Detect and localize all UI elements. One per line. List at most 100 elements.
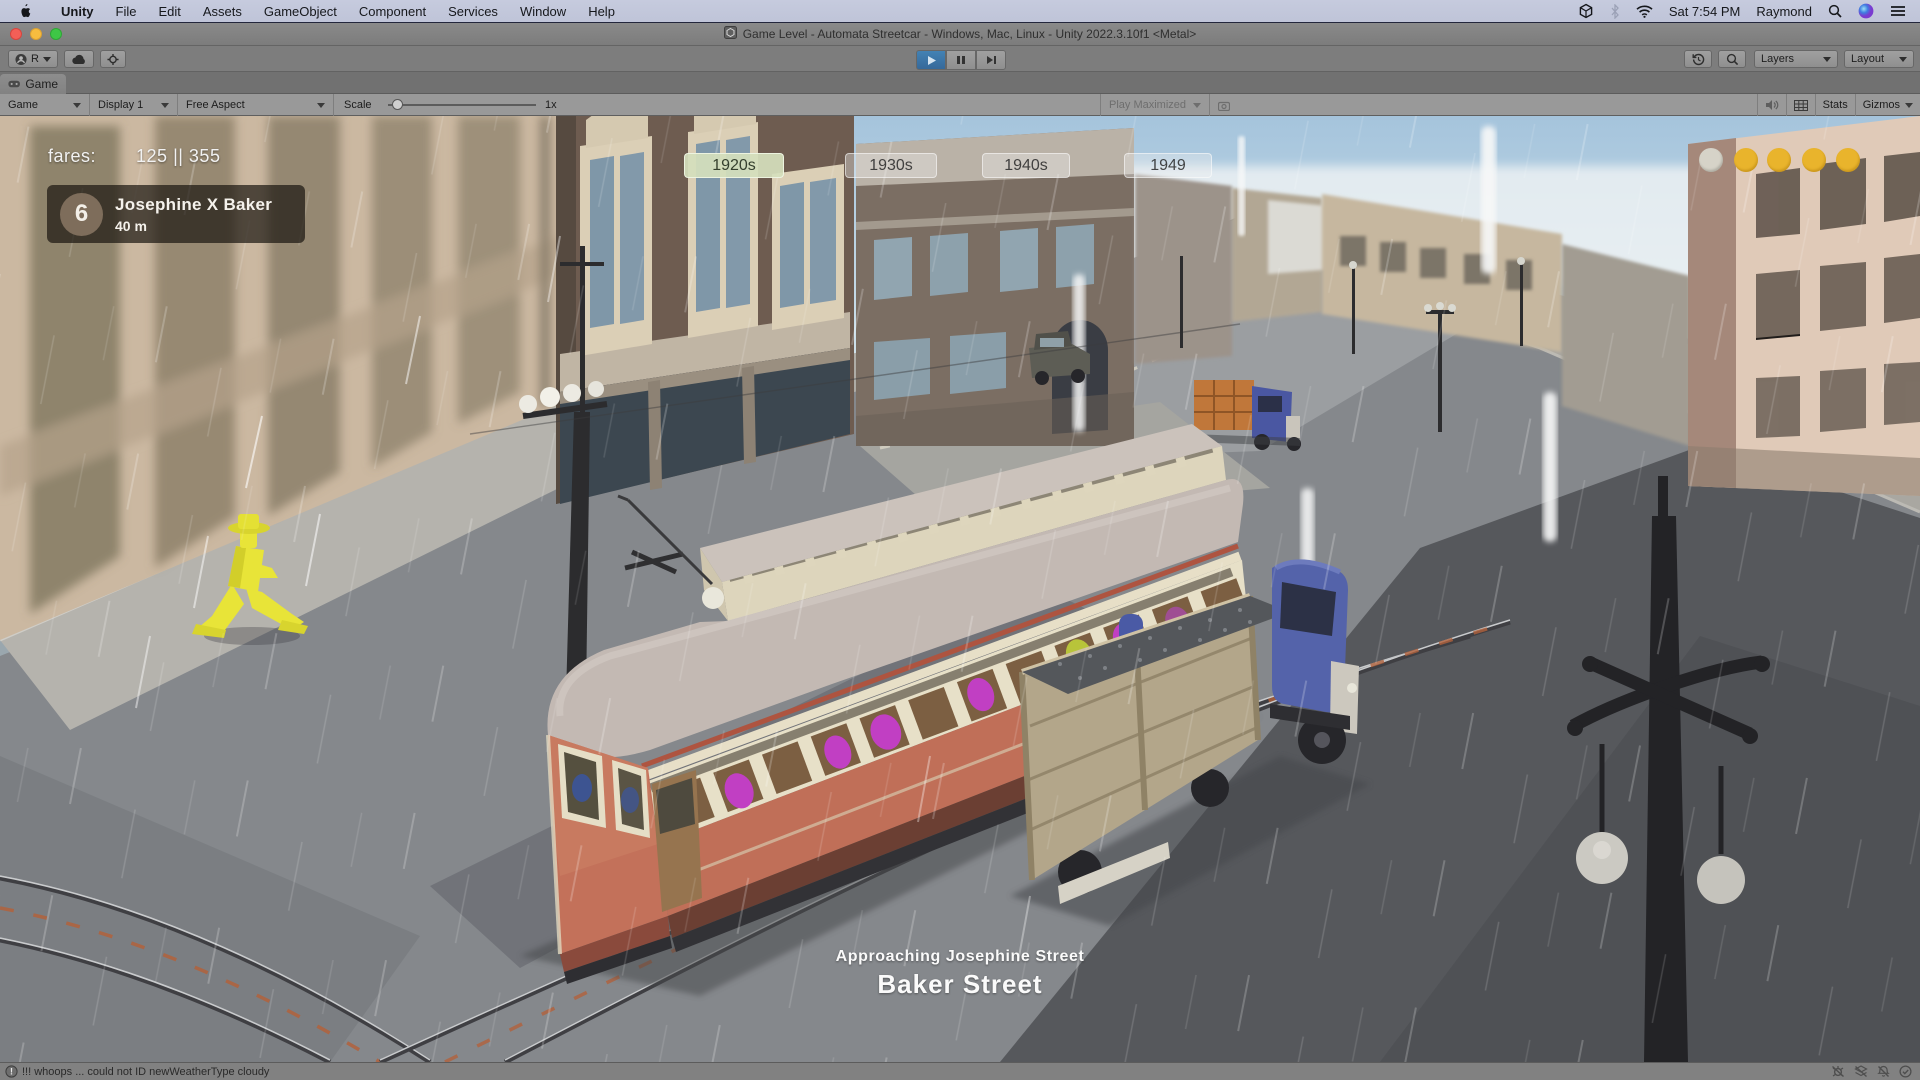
- control-center-icon[interactable]: [1890, 5, 1906, 17]
- layers-label: Layers: [1761, 53, 1794, 65]
- play-controls: [916, 50, 1006, 70]
- play-button[interactable]: [916, 50, 946, 70]
- menu-gameobject[interactable]: GameObject: [253, 0, 348, 22]
- play-icon: [926, 55, 937, 66]
- next-stop-panel: 6 Josephine X Baker 40 m: [47, 185, 305, 243]
- minimize-window-button[interactable]: [30, 28, 42, 40]
- stop-name: Josephine X Baker: [115, 195, 272, 215]
- view-mode-dropdown[interactable]: Game: [0, 94, 90, 116]
- screen: Unity File Edit Assets GameObject Compon…: [0, 0, 1920, 1080]
- scale-slider-knob[interactable]: [392, 99, 403, 110]
- account-label: R: [31, 53, 39, 65]
- debugger-disabled-icon[interactable]: [1831, 1065, 1845, 1078]
- game-view-toolbar: Game Display 1 Free Aspect Scale 1x Play…: [0, 94, 1920, 116]
- vsync-grid-button[interactable]: [1786, 94, 1815, 116]
- layers-muted-icon[interactable]: [1854, 1065, 1868, 1078]
- fares-counter: fares: 125 || 355: [48, 146, 220, 167]
- play-maximized-dropdown[interactable]: Play Maximized: [1100, 94, 1210, 116]
- svg-text:!: !: [10, 1067, 13, 1077]
- decade-tab-1940s[interactable]: 1940s: [982, 153, 1070, 178]
- gizmos-label: Gizmos: [1863, 99, 1900, 111]
- decade-tab-1949[interactable]: 1949: [1124, 153, 1212, 178]
- stop-number-badge: 6: [60, 193, 103, 236]
- coin-indicator-spent: [1699, 148, 1723, 172]
- current-street-text: Baker Street: [0, 969, 1920, 1000]
- street-announcement: Approaching Josephine Street Baker Stree…: [0, 948, 1920, 1000]
- mute-audio-button[interactable]: [1757, 94, 1786, 116]
- unity-hub-icon[interactable]: [1578, 3, 1594, 19]
- coin-indicator: [1836, 148, 1860, 172]
- close-window-button[interactable]: [10, 28, 22, 40]
- menu-window[interactable]: Window: [509, 0, 577, 22]
- menubar-clock[interactable]: Sat 7:54 PM: [1669, 4, 1741, 19]
- layers-dropdown[interactable]: Layers: [1754, 50, 1838, 68]
- layout-dropdown[interactable]: Layout: [1844, 50, 1914, 68]
- bluetooth-icon[interactable]: [1610, 4, 1620, 19]
- notifications-muted-icon[interactable]: [1877, 1065, 1890, 1078]
- spotlight-search-icon[interactable]: [1828, 4, 1842, 18]
- menu-component[interactable]: Component: [348, 0, 437, 22]
- grid-icon: [1794, 100, 1808, 111]
- menubar-user[interactable]: Raymond: [1756, 4, 1812, 19]
- aspect-dropdown[interactable]: Free Aspect: [178, 94, 334, 116]
- step-icon: [986, 55, 997, 65]
- menu-unity[interactable]: Unity: [50, 0, 105, 22]
- stats-button[interactable]: Stats: [1815, 94, 1855, 116]
- menu-assets[interactable]: Assets: [192, 0, 253, 22]
- window-title: Game Level - Automata Streetcar - Window…: [743, 27, 1197, 41]
- menu-services[interactable]: Services: [437, 0, 509, 22]
- progress-ok-icon[interactable]: [1899, 1065, 1912, 1078]
- decade-tab-1920s[interactable]: 1920s: [684, 153, 784, 178]
- tab-game[interactable]: Game: [0, 74, 66, 94]
- rain-overlay: [0, 116, 1920, 1062]
- history-clock-icon: [1692, 53, 1705, 66]
- display-dropdown[interactable]: Display 1: [90, 94, 178, 116]
- console-message[interactable]: !!! whoops ... could not ID newWeatherTy…: [22, 1066, 269, 1078]
- search-button[interactable]: [1718, 50, 1746, 68]
- speaker-icon: [1765, 99, 1779, 111]
- wifi-icon[interactable]: [1636, 5, 1653, 18]
- caret-down-icon: [1823, 57, 1831, 62]
- console-statusbar[interactable]: ! !!! whoops ... could not ID newWeather…: [0, 1062, 1920, 1080]
- decade-tab-1930s[interactable]: 1930s: [845, 153, 937, 178]
- layout-label: Layout: [1851, 53, 1884, 65]
- warning-icon: !: [5, 1065, 18, 1078]
- game-viewport[interactable]: fares: 125 || 355 6 Josephine X Baker 40…: [0, 116, 1920, 1062]
- tab-strip: Game: [0, 72, 1920, 94]
- unity-doc-icon: [724, 26, 737, 42]
- gamepad-icon: [8, 79, 20, 89]
- stats-label: Stats: [1823, 99, 1848, 111]
- window-titlebar[interactable]: Game Level - Automata Streetcar - Window…: [0, 22, 1920, 46]
- play-maximized-label: Play Maximized: [1109, 99, 1186, 111]
- zoom-window-button[interactable]: [50, 28, 62, 40]
- macos-menubar: Unity File Edit Assets GameObject Compon…: [0, 0, 1920, 22]
- undo-history-button[interactable]: [1684, 50, 1712, 68]
- stop-distance: 40 m: [115, 218, 272, 234]
- menu-edit[interactable]: Edit: [147, 0, 191, 22]
- account-button[interactable]: R: [8, 50, 58, 68]
- coin-indicator: [1767, 148, 1791, 172]
- display-label: Display 1: [98, 99, 143, 111]
- siri-icon[interactable]: [1858, 3, 1874, 19]
- unity-toolbar: R Layers: [0, 46, 1920, 72]
- game-scene: [0, 116, 1920, 1062]
- cloud-button[interactable]: [64, 50, 94, 68]
- menu-help[interactable]: Help: [577, 0, 626, 22]
- coin-indicator: [1802, 148, 1826, 172]
- capture-icon: [1218, 94, 1230, 116]
- pause-button[interactable]: [946, 50, 976, 70]
- scale-label: Scale: [344, 94, 372, 116]
- approaching-text: Approaching Josephine Street: [0, 948, 1920, 966]
- scale-slider-track[interactable]: [388, 104, 536, 106]
- tab-game-label: Game: [25, 77, 58, 91]
- cloud-icon: [72, 54, 87, 65]
- fares-value: 125 || 355: [136, 146, 220, 167]
- apple-icon[interactable]: [18, 3, 32, 19]
- menu-file[interactable]: File: [105, 0, 148, 22]
- services-button[interactable]: [100, 50, 126, 68]
- view-mode-label: Game: [8, 99, 38, 111]
- fares-label: fares:: [48, 146, 96, 167]
- step-button[interactable]: [976, 50, 1006, 70]
- gizmos-dropdown[interactable]: Gizmos: [1855, 94, 1920, 116]
- caret-down-icon: [43, 57, 51, 62]
